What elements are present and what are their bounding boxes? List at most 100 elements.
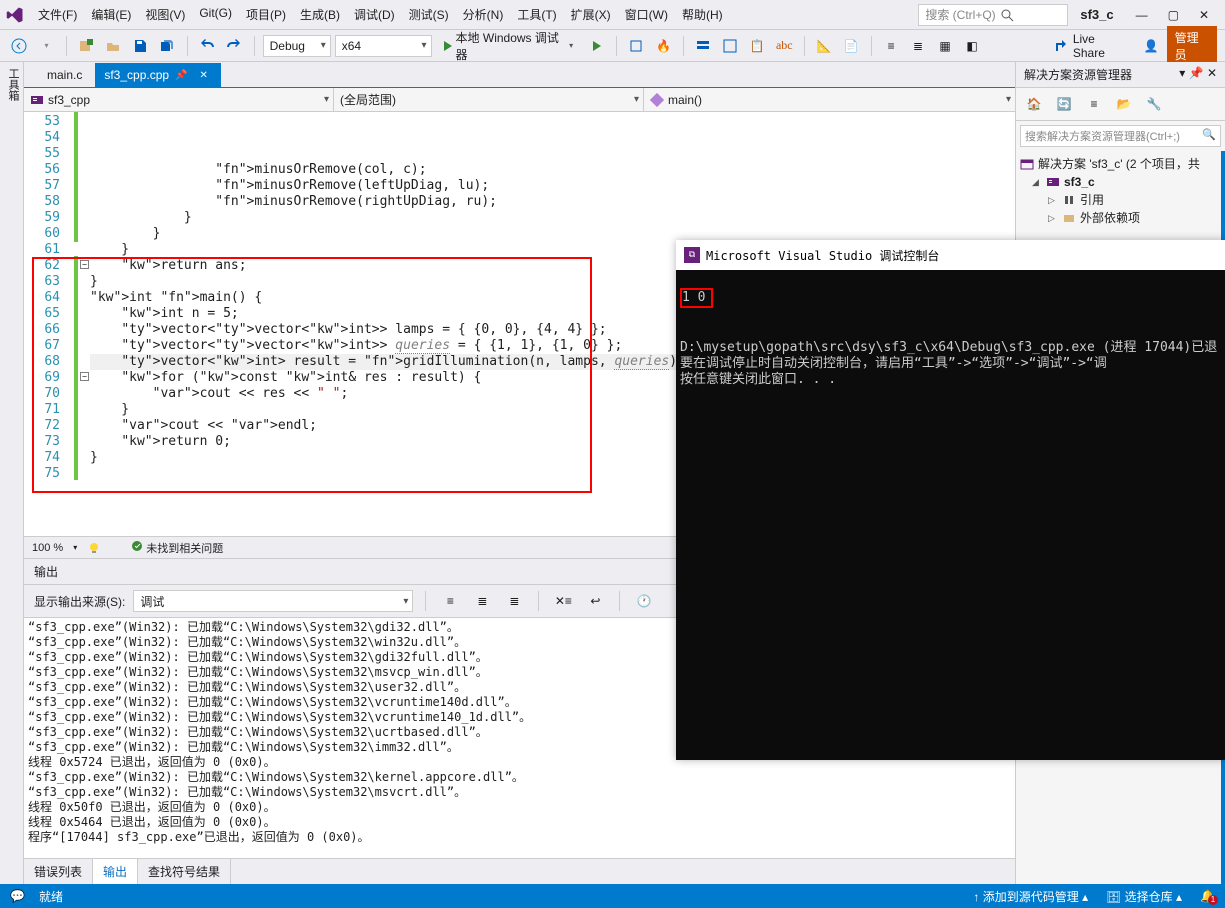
se-dropdown-icon[interactable]: ▾ — [1179, 66, 1185, 80]
search-icon: 🔍 — [1202, 128, 1216, 144]
status-ready: 就绪 — [39, 888, 63, 905]
left-tool-tab[interactable]: 工具箱 — [0, 62, 24, 884]
fold-button[interactable]: − — [80, 260, 89, 269]
debug-console-window[interactable]: ⧉ Microsoft Visual Studio 调试控制台 1 0 D:\m… — [676, 240, 1225, 760]
solution-icon — [1020, 157, 1034, 171]
menu-文件(F)[interactable]: 文件(F) — [32, 2, 83, 27]
nav-func[interactable]: main() — [644, 88, 1015, 111]
tb-icon-1[interactable] — [625, 34, 648, 58]
expand-icon[interactable]: ▷ — [1048, 191, 1058, 209]
tree-root[interactable]: 解决方案 'sf3_c' (2 个项目，共 — [1018, 155, 1219, 173]
menu-测试(S)[interactable]: 测试(S) — [403, 2, 455, 27]
output-title-text: 输出 — [34, 563, 58, 580]
fold-button[interactable]: − — [80, 372, 89, 381]
tree-project[interactable]: ◢ sf3_c — [1018, 173, 1219, 191]
undo-button[interactable] — [196, 34, 219, 58]
se-tb-3[interactable]: ≡ — [1082, 92, 1106, 116]
editor-tab[interactable]: sf3_cpp.cpp📌✕ — [95, 63, 221, 87]
tb-icon-12[interactable]: ◧ — [961, 34, 984, 58]
save-all-button[interactable] — [156, 34, 179, 58]
project-icon — [30, 93, 44, 107]
title-search[interactable]: 搜索 (Ctrl+Q) — [918, 4, 1068, 26]
se-tb-5[interactable]: 🔧 — [1142, 92, 1166, 116]
se-search[interactable]: 搜索解决方案资源管理器(Ctrl+;) 🔍 — [1020, 125, 1221, 147]
bottom-tab[interactable]: 查找符号结果 — [138, 859, 231, 884]
tb-icon-8[interactable]: 📄 — [840, 34, 863, 58]
expand-icon[interactable]: ◢ — [1032, 173, 1042, 191]
nav-back-button[interactable] — [8, 34, 31, 58]
se-close-icon[interactable]: ✕ — [1207, 66, 1217, 80]
editor-tab[interactable]: main.c — [38, 63, 95, 87]
title-bar: 文件(F)编辑(E)视图(V)Git(G)项目(P)生成(B)调试(D)测试(S… — [0, 0, 1225, 30]
output-clear[interactable]: ✕≡ — [551, 589, 575, 613]
menu-工具(T)[interactable]: 工具(T) — [511, 2, 562, 27]
menu-视图(V)[interactable]: 视图(V) — [139, 2, 191, 27]
maximize-button[interactable]: ▢ — [1168, 8, 1179, 22]
nav-project[interactable]: sf3_cpp — [24, 88, 334, 111]
issue-text: 未找到相关问题 — [146, 543, 223, 555]
menu-帮助(H)[interactable]: 帮助(H) — [676, 2, 729, 27]
account-button[interactable]: 👤 — [1140, 34, 1163, 58]
nav-func-label: main() — [668, 93, 702, 107]
se-home-button[interactable]: 🏠 — [1022, 92, 1046, 116]
menu-编辑(E)[interactable]: 编辑(E) — [85, 2, 137, 27]
tb-icon-6[interactable]: abc — [773, 34, 796, 58]
open-button[interactable] — [102, 34, 125, 58]
menu-项目(P)[interactable]: 项目(P) — [240, 2, 292, 27]
nav-scope[interactable]: (全局范围) — [334, 88, 644, 111]
tb-icon-11[interactable]: ▦ — [934, 34, 957, 58]
tb-icon-9[interactable]: ≡ — [880, 34, 903, 58]
tb-icon-4[interactable] — [719, 34, 742, 58]
liveshare-button[interactable]: Live Share — [1047, 32, 1135, 60]
output-wrap-btn[interactable]: ↩ — [583, 589, 607, 613]
start-nodebug-button[interactable] — [585, 34, 608, 58]
expand-icon[interactable]: ▷ — [1048, 209, 1058, 227]
notifications-button[interactable]: 🔔1 — [1200, 889, 1215, 903]
bottom-tab[interactable]: 输出 — [93, 859, 138, 884]
tb-icon-3[interactable] — [692, 34, 715, 58]
save-button[interactable] — [129, 34, 152, 58]
output-tb-6[interactable]: 🕐 — [632, 589, 656, 613]
menu-生成(B)[interactable]: 生成(B) — [294, 2, 346, 27]
menu-窗口(W)[interactable]: 窗口(W) — [619, 2, 674, 27]
solution-tree[interactable]: 解决方案 'sf3_c' (2 个项目，共 ◢ sf3_c ▷ 引用 ▷ 外部依… — [1016, 151, 1221, 231]
repo-button[interactable]: 🗄 选择仓库 ▴ — [1106, 888, 1182, 905]
se-tb-2[interactable]: 🔄 — [1052, 92, 1076, 116]
lightbulb-icon[interactable] — [87, 541, 101, 555]
tree-refs[interactable]: ▷ 引用 — [1018, 191, 1219, 209]
menu-Git(G)[interactable]: Git(G) — [193, 2, 238, 27]
minimize-button[interactable]: — — [1136, 8, 1148, 22]
tree-ext[interactable]: ▷ 外部依赖项 — [1018, 209, 1219, 227]
new-item-button[interactable] — [75, 34, 98, 58]
menu-调试(D)[interactable]: 调试(D) — [348, 2, 401, 27]
close-tab-icon[interactable]: ✕ — [200, 70, 208, 81]
output-source-combo[interactable]: 调试 — [133, 590, 413, 612]
platform-combo[interactable]: x64 — [335, 35, 432, 57]
fold-margin: −− — [74, 112, 90, 536]
redo-button[interactable] — [223, 34, 246, 58]
pin-icon[interactable]: 📌 — [175, 70, 187, 81]
config-combo[interactable]: Debug — [263, 35, 331, 57]
se-tb-4[interactable]: 📂 — [1112, 92, 1136, 116]
tb-icon-5[interactable]: 📋 — [746, 34, 769, 58]
nav-project-label: sf3_cpp — [48, 93, 90, 107]
status-icon: 💬 — [10, 889, 25, 903]
se-pin-icon[interactable]: 📌 — [1189, 66, 1204, 80]
scm-button[interactable]: ↑ 添加到源代码管理 ▴ — [973, 888, 1088, 905]
start-debug-button[interactable]: 本地 Windows 调试器 ▾ — [436, 34, 582, 58]
bottom-tab[interactable]: 错误列表 — [24, 859, 93, 884]
se-search-placeholder: 搜索解决方案资源管理器(Ctrl+;) — [1025, 128, 1180, 144]
close-button[interactable]: ✕ — [1199, 8, 1209, 22]
tb-icon-2[interactable]: 🔥 — [652, 34, 675, 58]
output-tb-3[interactable]: ≣ — [502, 589, 526, 613]
tb-icon-10[interactable]: ≣ — [907, 34, 930, 58]
tb-icon-7[interactable]: 📐 — [813, 34, 836, 58]
output-tb-1[interactable]: ≡ — [438, 589, 462, 613]
menu-扩展(X)[interactable]: 扩展(X) — [565, 2, 617, 27]
menu-分析(N)[interactable]: 分析(N) — [457, 2, 510, 27]
console-titlebar[interactable]: ⧉ Microsoft Visual Studio 调试控制台 — [676, 240, 1225, 270]
bottom-tabs: 错误列表输出查找符号结果 — [24, 858, 1015, 884]
zoom-level[interactable]: 100 % — [32, 542, 63, 554]
output-tb-2[interactable]: ≣ — [470, 589, 494, 613]
nav-fwd-button[interactable]: ▾ — [35, 34, 58, 58]
